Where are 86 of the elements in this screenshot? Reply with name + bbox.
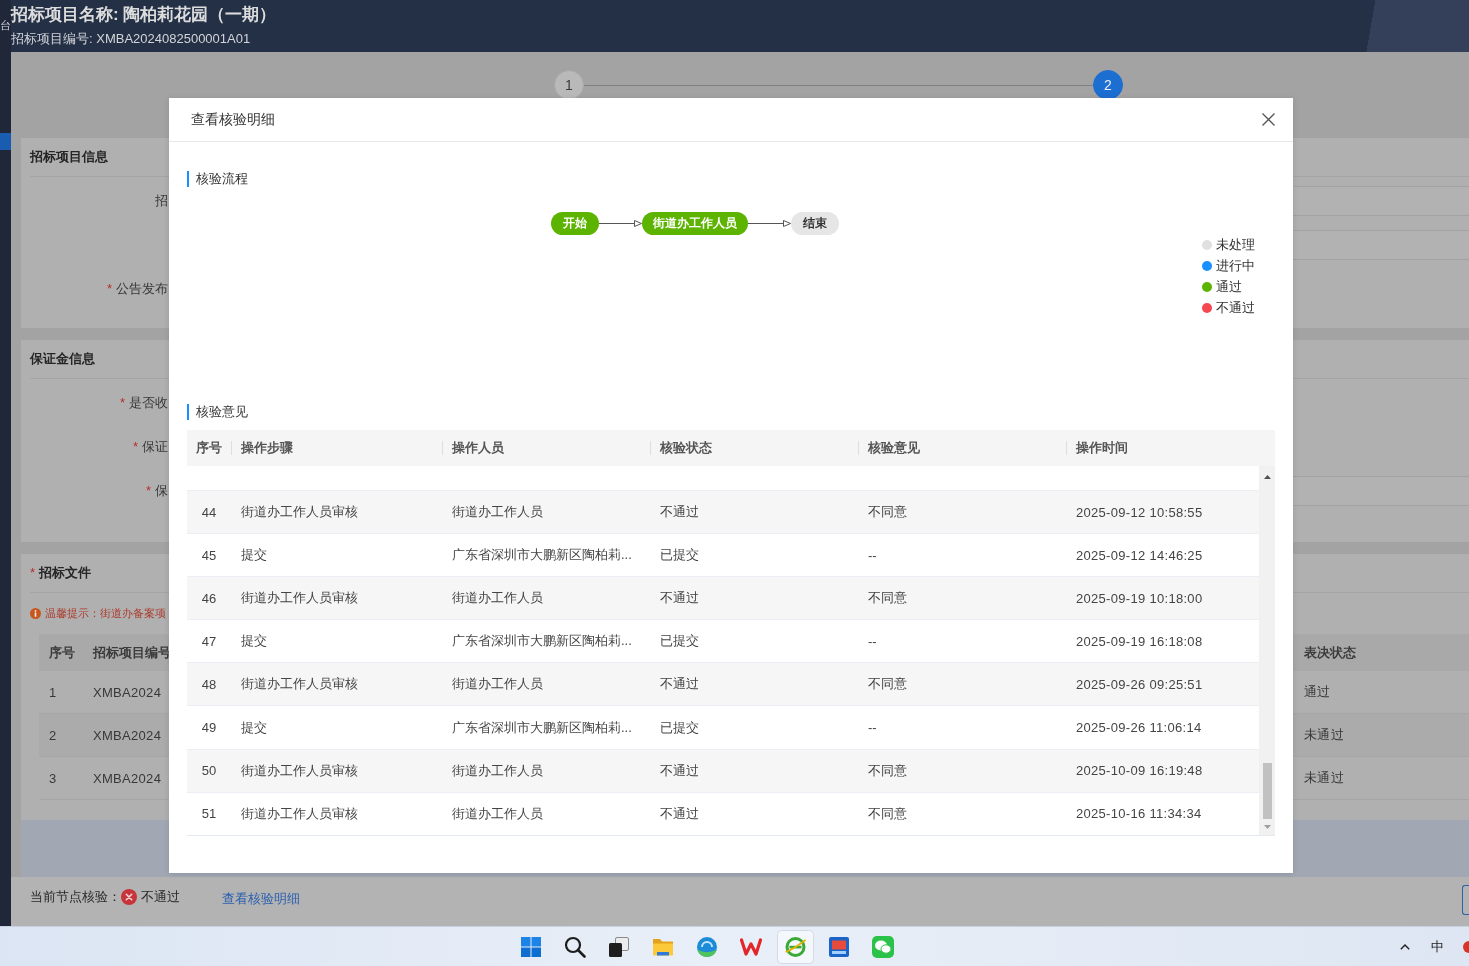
- table-cell: 46: [187, 577, 231, 621]
- app-tile-icon[interactable]: [828, 935, 850, 958]
- table-cell: 不同意: [858, 749, 1066, 793]
- table-cell: 街道办工作人员: [442, 663, 650, 707]
- field-label: * 保: [145, 482, 168, 500]
- chevron-up-icon[interactable]: [1400, 943, 1410, 950]
- legend-label: 未处理: [1216, 235, 1255, 254]
- input-field[interactable]: [1293, 230, 1469, 260]
- column-header: 序号: [39, 634, 83, 671]
- field-label: 招: [155, 192, 168, 210]
- project-title: 招标项目名称: 陶柏莉花园（一期）: [11, 5, 278, 24]
- scrollbar-thumb[interactable]: [1262, 763, 1272, 819]
- section-title: 保证金信息: [30, 350, 95, 368]
- column-header: 招标项目编号: [83, 634, 169, 671]
- ring-browser-icon[interactable]: [776, 929, 814, 964]
- project-code: 招标项目编号: XMBA2024082500001A01: [11, 31, 252, 47]
- dialog-title: 查看核验明细: [191, 110, 275, 129]
- section-title: 核验意见: [187, 404, 248, 420]
- table-cell: 街道办工作人员审核: [231, 749, 442, 793]
- task-view-icon[interactable]: [608, 935, 630, 958]
- step-circle[interactable]: 2: [1093, 70, 1123, 100]
- table-cell: 街道办工作人员审核: [231, 663, 442, 707]
- input-field[interactable]: [1293, 186, 1469, 216]
- sidebar-label: 台: [0, 19, 11, 32]
- table-cell: 街道办工作人员: [442, 577, 650, 621]
- table-cell: 不通过: [650, 577, 858, 621]
- table-cell: 不通过: [650, 663, 858, 707]
- table-cell: 街道办工作人员审核: [231, 491, 442, 535]
- column-header: 操作时间: [1066, 430, 1275, 466]
- step-circle[interactable]: 1: [554, 70, 584, 100]
- table-cell: 2025-09-26 09:25:51: [1066, 663, 1259, 707]
- section-title: 招标项目信息: [30, 148, 108, 166]
- table-cell: 2: [39, 714, 83, 757]
- column-header: 表决状态: [1293, 634, 1469, 671]
- column-header: 核验状态: [650, 430, 858, 466]
- table-cell: 2025-09-12 10:58:55: [1066, 491, 1259, 535]
- status-label: 当前节点核验：: [30, 888, 121, 906]
- field-label: * 公告发布: [106, 280, 168, 298]
- cut-off-button[interactable]: [1462, 885, 1469, 915]
- column-header: 操作步骤: [231, 430, 442, 466]
- input-method-indicator[interactable]: 中: [1431, 937, 1444, 956]
- table-cell: 街道办工作人员: [442, 491, 650, 535]
- legend-label: 通过: [1216, 277, 1242, 296]
- table-cell: 48: [187, 663, 231, 707]
- column-header: 序号: [187, 430, 231, 466]
- table-cell: 街道办工作人员审核: [231, 577, 442, 621]
- section-title: * 招标文件: [30, 564, 92, 582]
- tray-icon[interactable]: [1463, 940, 1469, 953]
- chat-bubbles-icon[interactable]: [872, 935, 894, 958]
- legend-label: 不通过: [1216, 298, 1255, 317]
- input-field[interactable]: [1293, 476, 1469, 506]
- scroll-up-icon[interactable]: [1263, 475, 1271, 479]
- flow-arrow: [599, 219, 642, 228]
- field-label: * 是否收: [119, 394, 168, 412]
- table-cell: 不同意: [858, 577, 1066, 621]
- flow-node: 开始: [551, 212, 599, 235]
- table-cell: 未通过: [1293, 714, 1469, 757]
- table-cell: 街道办工作人员: [442, 749, 650, 793]
- table-cell: 2025-10-09 16:19:48: [1066, 749, 1259, 793]
- table-cell: 2025-09-19 10:18:00: [1066, 577, 1259, 621]
- table-cell: 44: [187, 491, 231, 535]
- table-cell: XMBA2024: [83, 714, 169, 757]
- scroll-down-icon[interactable]: [1263, 825, 1271, 829]
- info-icon: [30, 608, 41, 619]
- notice-text: 温馨提示：街道办备案项: [45, 606, 166, 621]
- table-cell: 不通过: [650, 491, 858, 535]
- column-header: 操作人员: [442, 430, 650, 466]
- legend-label: 进行中: [1216, 256, 1255, 275]
- details-link[interactable]: 查看核验明细: [222, 890, 300, 908]
- flow-node: 街道办工作人员: [642, 212, 748, 235]
- close-icon[interactable]: [1262, 113, 1275, 126]
- flow-arrow: [748, 219, 791, 228]
- section-title: 核验流程: [187, 171, 248, 187]
- status-text: 不通过: [141, 888, 180, 906]
- table-cell: 不同意: [858, 663, 1066, 707]
- scrollbar-track[interactable]: [1259, 466, 1275, 835]
- table-cell: 50: [187, 749, 231, 793]
- column-header: 核验意见: [858, 430, 1066, 466]
- table-cell: 不通过: [650, 749, 858, 793]
- round-browser-icon[interactable]: [696, 935, 718, 958]
- table-cell: 不同意: [858, 491, 1066, 535]
- start-menu-icon[interactable]: [520, 935, 542, 958]
- field-label: * 保证: [132, 438, 168, 456]
- flow-node: 结束: [791, 212, 839, 235]
- zigzag-app-icon[interactable]: [740, 935, 762, 958]
- search-icon[interactable]: [564, 935, 586, 958]
